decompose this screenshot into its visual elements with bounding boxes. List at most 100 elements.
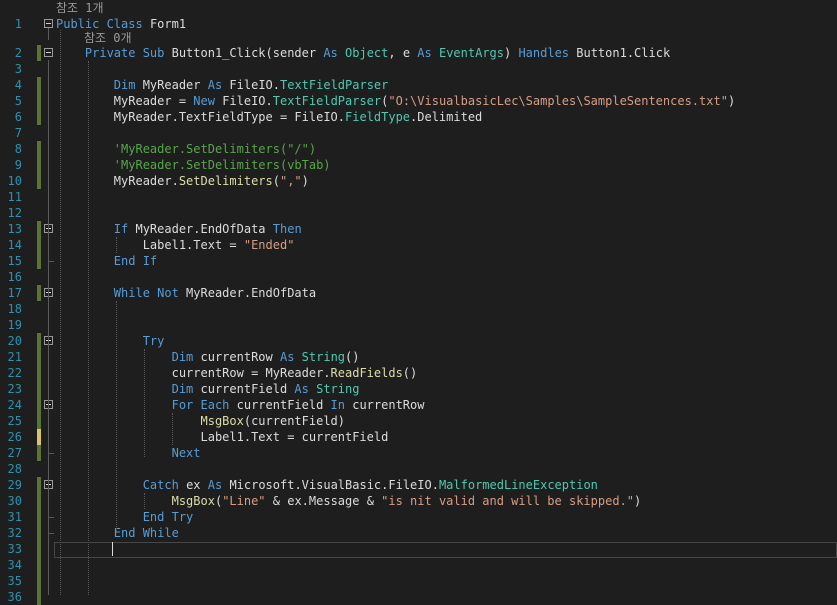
code-token: "is nit valid and will be skipped.": [381, 494, 635, 508]
reference-count-lens-class[interactable]: 참조 1개: [56, 0, 104, 16]
change-marker-saved: [37, 445, 41, 461]
code-token: Catch: [142, 478, 187, 492]
code-line[interactable]: 28: [0, 461, 837, 477]
line-code: Try: [56, 333, 165, 349]
code-token: TextFieldParser: [280, 78, 389, 92]
code-token: ): [634, 494, 642, 508]
code-line[interactable]: 21 Dim currentRow As String(): [0, 349, 837, 365]
fold-region-line: [48, 60, 49, 595]
code-token: Button1.Click: [576, 46, 671, 60]
code-line[interactable]: 6 MyReader.TextFieldType = FileIO.FieldT…: [0, 109, 837, 125]
code-line[interactable]: 15 End If: [0, 253, 837, 269]
code-line[interactable]: 32 End While: [0, 525, 837, 541]
code-line[interactable]: 31 End Try: [0, 509, 837, 525]
line-code: Label1.Text = currentField: [56, 429, 388, 445]
line-number: 31: [7, 510, 22, 524]
line-number: 2: [14, 46, 22, 60]
code-line[interactable]: 35: [0, 573, 837, 589]
fold-region-line: [48, 28, 49, 40]
code-token: MyReader.EndOfData: [135, 222, 273, 236]
line-number: 19: [7, 318, 22, 332]
code-line[interactable]: 17 While Not MyReader.EndOfData: [0, 285, 837, 301]
indent-guide: [144, 349, 145, 457]
change-marker-saved: [37, 589, 41, 605]
code-line[interactable]: 16: [0, 269, 837, 285]
collapse-icon[interactable]: [44, 19, 53, 28]
code-token: Label1.Text =: [56, 238, 244, 252]
code-token: Dim: [171, 350, 201, 364]
change-marker-saved: [37, 557, 41, 573]
change-marker-saved: [37, 237, 41, 253]
code-line[interactable]: 19: [0, 317, 837, 333]
line-number: 5: [14, 94, 22, 108]
code-line[interactable]: 11: [0, 189, 837, 205]
code-line[interactable]: 26 Label1.Text = currentField: [0, 429, 837, 445]
line-code: Next: [56, 445, 201, 461]
code-line[interactable]: 13 If MyReader.EndOfData Then: [0, 221, 837, 237]
collapse-icon[interactable]: [44, 48, 53, 57]
code-line[interactable]: 18: [0, 301, 837, 317]
line-number: 28: [7, 462, 22, 476]
code-line[interactable]: 23 Dim currentField As String: [0, 381, 837, 397]
line-number: 29: [7, 478, 22, 492]
code-line[interactable]: 9 'MyReader.SetDelimiters(vbTab): [0, 157, 837, 173]
change-marker-saved: [37, 77, 41, 93]
code-line[interactable]: 7: [0, 125, 837, 141]
code-line[interactable]: 34: [0, 557, 837, 573]
code-token: While Not: [113, 286, 187, 300]
code-line[interactable]: 36: [0, 589, 837, 605]
code-token: New: [193, 94, 223, 108]
change-marker-saved: [37, 349, 41, 365]
code-line[interactable]: 24 For Each currentField In currentRow: [0, 397, 837, 413]
code-token: ReadFields: [330, 366, 403, 380]
line-number: 30: [7, 494, 22, 508]
indent-guide: [88, 61, 89, 595]
code-token: TextFieldParser: [272, 94, 382, 108]
line-number: 1: [14, 17, 22, 31]
line-number: 25: [7, 414, 22, 428]
code-line[interactable]: 2 Private Sub Button1_Click(sender As Ob…: [0, 45, 837, 61]
code-token: "Line": [222, 494, 266, 508]
code-token: String: [316, 382, 360, 396]
code-line[interactable]: 14 Label1.Text = "Ended": [0, 237, 837, 253]
code-token: MsgBox: [171, 494, 215, 508]
code-token: As: [207, 478, 230, 492]
change-marker-saved: [37, 221, 41, 237]
code-line[interactable]: 4 Dim MyReader As FileIO.TextFieldParser: [0, 77, 837, 93]
code-line[interactable]: 3: [0, 61, 837, 77]
code-line[interactable]: 22 currentRow = MyReader.ReadFields(): [0, 365, 837, 381]
change-marker-unsaved: [37, 429, 41, 445]
line-number: 11: [7, 190, 22, 204]
code-token: ",": [279, 174, 302, 188]
line-number: 7: [14, 126, 22, 140]
code-line[interactable]: 5 MyReader = New FileIO.TextFieldParser(…: [0, 93, 837, 109]
code-token: ): [504, 46, 519, 60]
line-number: 18: [7, 302, 22, 316]
code-line[interactable]: 1 Public Class Form1: [0, 16, 837, 32]
code-line[interactable]: 30 MsgBox("Line" & ex.Message & "is nit …: [0, 493, 837, 509]
code-line[interactable]: 8 'MyReader.SetDelimiters("/"): [0, 141, 837, 157]
line-number: 21: [7, 350, 22, 364]
reference-count-lens-sub[interactable]: 참조 0개: [84, 30, 132, 46]
change-marker-saved: [37, 573, 41, 589]
code-line[interactable]: 20 Try: [0, 333, 837, 349]
code-line[interactable]: 27 Next: [0, 445, 837, 461]
line-code: End While: [56, 525, 179, 541]
code-token: FileIO.: [229, 78, 280, 92]
code-line[interactable]: 25 MsgBox(currentField): [0, 413, 837, 429]
code-line[interactable]: 29 Catch ex As Microsoft.VisualBasic.Fil…: [0, 477, 837, 493]
code-editor[interactable]: 참조 1개 참조 0개 1 Public Class Form1 2 Private…: [0, 0, 837, 605]
line-number: 36: [7, 590, 22, 604]
code-token: currentField: [200, 382, 295, 396]
code-token: MsgBox: [200, 414, 244, 428]
code-line[interactable]: 10 MyReader.SetDelimiters(","): [0, 173, 837, 189]
code-token: Handles: [518, 46, 577, 60]
code-token: MyReader.EndOfData: [186, 286, 317, 300]
code-token: As: [323, 46, 346, 60]
code-line[interactable]: 12: [0, 205, 837, 221]
code-token: "O:\VisualbasicLec\Samples\SampleSentenc…: [388, 94, 728, 108]
